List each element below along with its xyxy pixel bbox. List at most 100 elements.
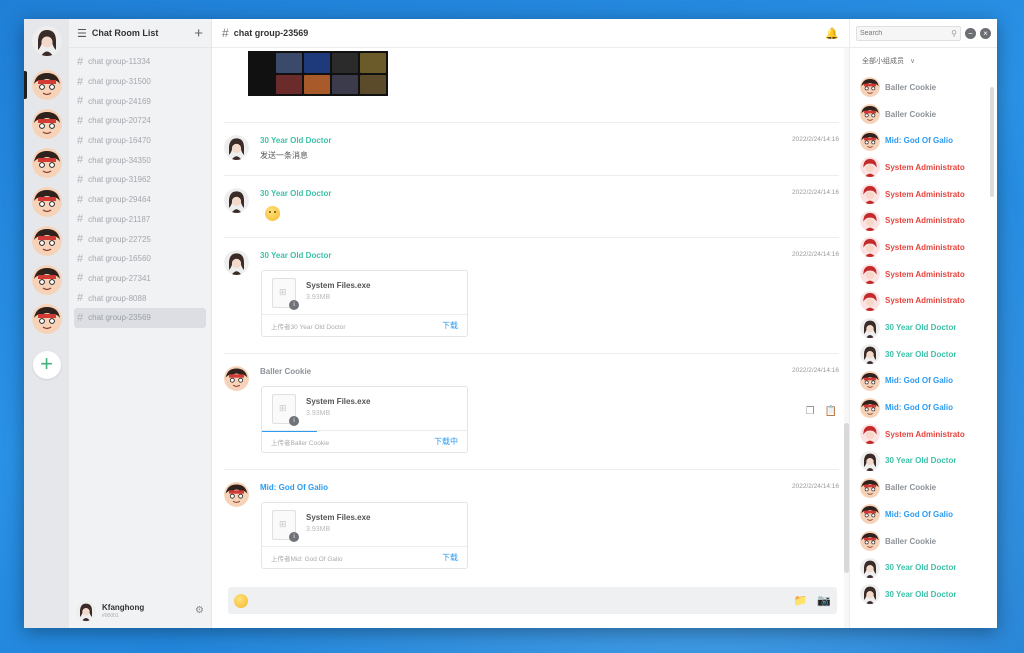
member-item[interactable]: System Administrato (860, 288, 989, 315)
channel-item[interactable]: # chat group-31500 (74, 72, 206, 92)
member-item[interactable]: Mid: God Of Galio (860, 394, 989, 421)
user-name: Kfanghong (102, 602, 145, 612)
channel-item[interactable]: # chat group-8088 (74, 288, 206, 308)
member-item[interactable]: 30 Year Old Doctor (860, 581, 989, 608)
member-scrollbar[interactable] (990, 87, 994, 197)
message-sender[interactable]: 30 Year Old Doctor (260, 251, 331, 260)
member-avatar (860, 424, 880, 445)
info-icon: i (289, 300, 299, 310)
download-link[interactable]: 下载 (442, 320, 458, 331)
member-item[interactable]: System Administrato (860, 154, 989, 181)
server-icon[interactable] (31, 70, 62, 100)
message-sender[interactable]: Mid: God Of Galio (260, 483, 328, 492)
member-item[interactable]: Baller Cookie (860, 101, 989, 128)
user-avatar[interactable] (76, 600, 96, 621)
image-icon[interactable]: 📷 (817, 594, 831, 607)
gear-icon[interactable]: ⚙ (195, 605, 204, 616)
file-uploader: 上传者Mid: God Of Galio (271, 555, 343, 563)
message-input[interactable] (254, 596, 784, 605)
member-item[interactable]: Mid: God Of Galio (860, 501, 989, 528)
member-name: Baller Cookie (885, 109, 937, 119)
member-name: System Administrato (885, 242, 965, 252)
server-icon[interactable] (31, 148, 62, 178)
minimize-icon[interactable]: − (965, 27, 976, 39)
file-icon: ⊞ i (272, 278, 299, 310)
sender-avatar[interactable] (224, 250, 249, 275)
sender-avatar[interactable] (224, 366, 249, 391)
search-input[interactable] (860, 29, 952, 37)
file-attachment[interactable]: ⊞ i System Files.exe 3.93MB 上传者Baller Co… (261, 386, 468, 453)
member-item[interactable]: System Administrato (860, 181, 989, 208)
member-item[interactable]: System Administrato (860, 421, 989, 448)
hash-icon: # (77, 154, 84, 167)
download-link[interactable]: 下载 (442, 552, 458, 563)
downloading-status[interactable]: 下载中 (434, 436, 458, 447)
channel-item[interactable]: # chat group-16560 (74, 249, 206, 269)
channel-item[interactable]: # chat group-20724 (74, 111, 206, 131)
member-avatar (860, 77, 880, 98)
channel-item[interactable]: # chat group-11334 (74, 52, 206, 72)
bell-icon[interactable]: 🔔 (825, 27, 839, 40)
shared-image[interactable] (248, 51, 388, 96)
server-icon[interactable] (31, 265, 62, 295)
copy-icon[interactable]: ❐ (806, 406, 815, 417)
channel-name: chat group-27341 (88, 273, 151, 283)
sender-avatar[interactable] (224, 188, 249, 213)
member-list: Baller Cookie Baller Cookie Mid: God Of Ga… (850, 74, 997, 628)
server-icon[interactable] (31, 304, 62, 334)
file-attachment[interactable]: ⊞ i System Files.exe 3.93MB 上传者30 Year O… (261, 270, 468, 337)
message-time: 2022/2/24/14:16 (792, 136, 839, 143)
sender-avatar[interactable] (224, 482, 249, 507)
member-item[interactable]: System Administrato (860, 261, 989, 288)
channel-item[interactable]: # chat group-22725 (74, 229, 206, 249)
channel-item[interactable]: # chat group-29464 (74, 190, 206, 210)
add-channel-button[interactable]: + (194, 26, 203, 41)
member-panel-header: ⚲ − × (850, 19, 997, 48)
chat-title: chat group-23569 (233, 28, 309, 38)
channel-item[interactable]: # chat group-24169 (74, 91, 206, 111)
member-item[interactable]: System Administrato (860, 234, 989, 261)
sender-avatar[interactable] (224, 135, 249, 160)
my-avatar[interactable] (31, 26, 62, 56)
member-filter-dropdown[interactable]: 全部小组成员 ∨ (850, 48, 997, 74)
clipboard-icon[interactable]: 📋 (825, 406, 837, 417)
server-icon[interactable] (31, 109, 62, 139)
file-size: 3.93MB (306, 294, 331, 301)
message-actions: ❐ 📋 (806, 406, 837, 417)
channel-item[interactable]: # chat group-31962 (74, 170, 206, 190)
channel-item[interactable]: # chat group-23569 (74, 307, 206, 328)
channel-name: chat group-11334 (88, 57, 151, 67)
server-icon[interactable] (31, 187, 62, 217)
message: 30 Year Old Doctor 2022/2/24/14:16 发送一条消… (224, 122, 839, 175)
hash-icon: # (77, 95, 84, 108)
message-sender[interactable]: Baller Cookie (260, 367, 311, 376)
folder-icon[interactable]: 📁 (794, 594, 808, 607)
member-item[interactable]: 30 Year Old Doctor (860, 554, 989, 581)
channel-item[interactable]: # chat group-21187 (74, 210, 206, 230)
file-uploader: 上传者30 Year Old Doctor (271, 323, 346, 331)
member-item[interactable]: Baller Cookie (860, 74, 989, 101)
add-server-button[interactable]: + (32, 351, 61, 379)
member-avatar (860, 157, 880, 178)
member-avatar (860, 450, 880, 471)
search-icon[interactable]: ⚲ (951, 29, 957, 38)
member-item[interactable]: Baller Cookie (860, 528, 989, 555)
channel-item[interactable]: # chat group-16470 (74, 131, 206, 151)
member-item[interactable]: System Administrato (860, 207, 989, 234)
member-item[interactable]: 30 Year Old Doctor (860, 341, 989, 368)
channel-item[interactable]: # chat group-27341 (74, 269, 206, 289)
server-icon[interactable] (31, 226, 62, 256)
member-item[interactable]: 30 Year Old Doctor (860, 314, 989, 341)
member-item[interactable]: 30 Year Old Doctor (860, 448, 989, 475)
member-item[interactable]: Mid: God Of Galio (860, 368, 989, 395)
file-attachment[interactable]: ⊞ i System Files.exe 3.93MB 上传者Mid: God … (261, 502, 468, 569)
message-sender[interactable]: 30 Year Old Doctor (260, 189, 331, 198)
hash-icon: # (77, 134, 84, 147)
message-sender[interactable]: 30 Year Old Doctor (260, 136, 331, 145)
emoji-picker-icon[interactable] (234, 593, 248, 608)
close-icon[interactable]: × (980, 27, 991, 39)
channel-item[interactable]: # chat group-34350 (74, 150, 206, 170)
file-size: 3.93MB (306, 410, 331, 417)
member-item[interactable]: Mid: God Of Galio (860, 127, 989, 154)
member-item[interactable]: Baller Cookie (860, 474, 989, 501)
